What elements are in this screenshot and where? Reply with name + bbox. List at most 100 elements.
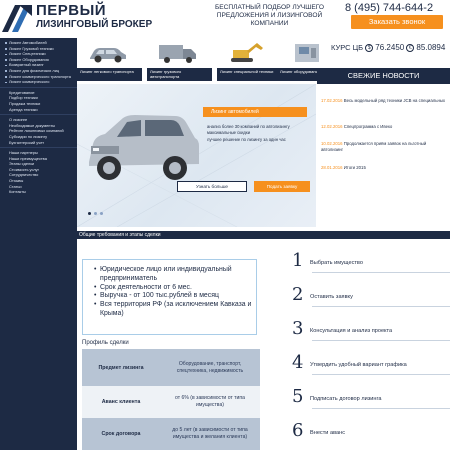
- bullet-icon: [5, 59, 7, 61]
- logo-title[interactable]: ПЕРВЫЙ: [36, 3, 106, 18]
- divider: [312, 272, 450, 273]
- callback-button[interactable]: Заказать звонок: [351, 15, 443, 29]
- profile-title: Профиль сделки: [82, 340, 129, 346]
- eur-rate: 85.0894: [416, 43, 446, 52]
- hero-benefit: лучшее решение по лизингу за один час: [207, 136, 286, 142]
- news-item[interactable]: 17.02.2016 Весь модельный ряд техники JC…: [321, 98, 447, 104]
- news-panel: СВЕЖИЕ НОВОСТИ 17.02.2016 Весь модельный…: [317, 68, 450, 227]
- news-title: СВЕЖИЕ НОВОСТИ: [317, 68, 450, 84]
- table-value: от 6% (в зависимости от типа имущества): [175, 395, 245, 408]
- divider: [312, 306, 450, 307]
- step-number: 5: [292, 386, 304, 407]
- category-trucks[interactable]: Лизинг грузового автотранспорта: [147, 40, 212, 82]
- step-item: 4 Утвердить удобный вариант графика: [288, 352, 450, 375]
- profile-table: Предмет лизинга Оборудование, транспорт,…: [82, 349, 260, 450]
- step-number: 2: [292, 284, 304, 305]
- requirement-item: Юридическое лицо или индивидуальный пред…: [94, 266, 252, 284]
- truck-icon: [159, 45, 196, 63]
- news-item[interactable]: 12.02.2016 Спецпрограмма с Ивеко: [321, 124, 447, 130]
- sidebar-item-label: Кредитование: [9, 89, 35, 95]
- table-value: до 5 лет (в зависимости от типа имуществ…: [172, 427, 248, 440]
- sidebar-item-label: Необходимые документы: [9, 122, 56, 128]
- divider: [312, 340, 450, 341]
- sidebar-item[interactable]: Бухгалтерский учет: [0, 140, 77, 146]
- bullet-icon: [5, 53, 7, 56]
- step-text: Утвердить удобный вариант графика: [310, 362, 407, 368]
- sidebar-item-label: Отзывы: [9, 178, 24, 184]
- news-date: 12.02.2016: [321, 124, 343, 129]
- sidebar-item-label: Субсидии по лизингу: [9, 133, 48, 139]
- bullet-icon: [5, 64, 7, 67]
- divider: [312, 374, 450, 375]
- hero-banner: Лизинг автомобилей анализ более 30 компа…: [77, 84, 316, 227]
- bullet-icon: [5, 70, 7, 72]
- sidebar-item[interactable]: Лизинг коммерческого: [0, 79, 77, 85]
- step-item: 1 Выбрать имущество: [288, 250, 450, 273]
- slider-dot-active[interactable]: [88, 212, 91, 215]
- news-item[interactable]: 28.01.2016 Итоги 2015: [321, 165, 447, 171]
- sidebar-item[interactable]: Контакты: [0, 189, 77, 195]
- step-number: 1: [292, 250, 304, 271]
- sidebar-nav: Лизинг Автомобилей Лизинг Грузовой техник…: [0, 38, 77, 450]
- divider: [312, 408, 450, 409]
- table-key: Аванс клиента: [101, 399, 141, 405]
- sidebar-item-label: Бухгалтерский учет: [9, 139, 45, 145]
- dollar-icon: $: [365, 44, 374, 52]
- logo-subtitle[interactable]: ЛИЗИНГОВЫЙ БРОКЕР: [36, 19, 152, 31]
- sidebar-item-label: Возвратный лизинг: [9, 62, 44, 68]
- category-cars[interactable]: Лизинг легкового транспорта: [77, 40, 142, 82]
- table-row: Предмет лизинга Оборудование, транспорт,…: [82, 349, 260, 386]
- category-special[interactable]: Лизинг специальной техники: [217, 40, 282, 82]
- nav-group-leasing: Лизинг Автомобилей Лизинг Грузовой техник…: [0, 38, 77, 88]
- step-number: 6: [292, 420, 304, 441]
- sidebar-item[interactable]: Аренда техники: [0, 107, 77, 113]
- phone-number[interactable]: 8 (495) 744-644-2: [345, 2, 433, 14]
- bullet-icon: [5, 81, 7, 84]
- news-date: 10.02.2016: [321, 141, 343, 146]
- section-header: Общие требования и этапы сделки: [77, 231, 450, 239]
- step-item: 5 Подписать договор лизинга: [288, 386, 450, 409]
- requirement-item: Выручка - от 100 тыс.рублей в месяц: [94, 292, 252, 301]
- suv-image: [89, 115, 199, 180]
- category-label: Лизинг легкового транспорта: [77, 68, 142, 81]
- sidebar-item-label: Наши преимущества: [9, 155, 47, 161]
- news-item[interactable]: 10.02.2016 Продолжается приём заявок на …: [321, 141, 447, 152]
- news-text: Итоги 2015: [343, 165, 366, 170]
- step-item: 6 Внести аванс: [288, 420, 450, 442]
- news-date: 28.01.2016: [321, 165, 343, 170]
- nav-group-info: О лизинге Необходимые документы Рейтинг ли…: [0, 115, 77, 149]
- hero-title: Лизинг автомобилей: [203, 107, 307, 117]
- sidebar-item-label: Подбор техники: [9, 95, 38, 101]
- step-number: 3: [292, 318, 304, 339]
- slider-dot[interactable]: [94, 212, 97, 215]
- sidebar-item-label: Рейтинг лизинговых компаний: [9, 128, 64, 134]
- sidebar-item-label: Лизинг для физических лиц: [9, 67, 60, 73]
- sidebar-item-label: Лизинг коммерческого: [9, 79, 50, 85]
- nav-group-company: Наши партнеры Наши преимущества Этапы сдел…: [0, 148, 77, 197]
- apply-button[interactable]: Подать заявку: [254, 181, 310, 192]
- category-label: Лизинг специальной техники: [217, 68, 282, 81]
- step-text: Внести аванс: [310, 430, 345, 436]
- sidebar-item-label: Лизинг Оборудования: [9, 56, 49, 62]
- step-text: Консультация и анализ проекта: [310, 328, 393, 334]
- section-title: Общие требования и этапы сделки: [79, 232, 161, 238]
- sidebar-item-label: Лизинг коммерческого транспорта: [9, 73, 71, 79]
- slider-dot[interactable]: [100, 212, 103, 215]
- sidebar-item-label: Статьи: [9, 183, 22, 189]
- currency-rate: КУРС ЦБ $ 76.2450 € 85.0894: [331, 43, 445, 52]
- sidebar-item-label: Наши партнеры: [9, 150, 38, 156]
- sidebar-item-label: Сотрудничество: [9, 172, 39, 178]
- table-row: Срок договора до 5 лет (в зависимости от…: [82, 418, 260, 450]
- step-item: 3 Консультация и анализ проекта: [288, 318, 450, 341]
- site-header: ПЕРВЫЙ ЛИЗИНГОВЫЙ БРОКЕР БЕСПЛАТНЫЙ ПОДБ…: [0, 0, 450, 38]
- learn-more-button[interactable]: Узнать больше: [177, 181, 247, 192]
- step-text: Подписать договор лизинга: [310, 396, 382, 402]
- sidebar-item-label: Продажа техники: [9, 100, 41, 106]
- sidebar-item-label: Стоимость услуг: [9, 166, 40, 172]
- excavator-icon: [231, 43, 263, 62]
- rate-label: КУРС ЦБ: [331, 43, 364, 52]
- step-number: 4: [292, 352, 304, 373]
- logo-icon[interactable]: [2, 2, 32, 32]
- euro-icon: €: [406, 44, 415, 52]
- table-key: Срок договора: [101, 431, 141, 437]
